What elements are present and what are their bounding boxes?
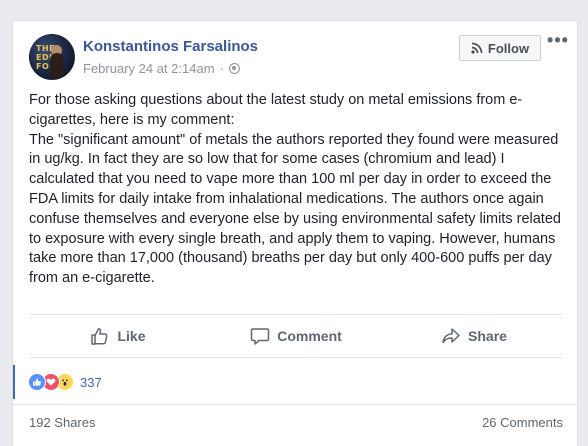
more-options-icon[interactable]: •••	[547, 31, 569, 51]
comment-label: Comment	[277, 328, 342, 344]
rss-icon	[471, 42, 483, 54]
action-bar: Like Comment Share	[29, 314, 563, 358]
like-reaction-icon	[28, 373, 46, 391]
follow-label: Follow	[487, 40, 530, 56]
reactions-bar: 337	[13, 365, 577, 399]
post-body: For those asking questions about the lat…	[29, 91, 569, 289]
share-arrow-icon	[442, 328, 460, 344]
globe-icon[interactable]	[228, 63, 240, 74]
avatar[interactable]: THE EDIA FORU	[29, 34, 75, 80]
follow-button[interactable]: Follow	[459, 35, 541, 61]
reaction-count[interactable]: 337	[80, 375, 102, 390]
thumbs-up-icon	[91, 328, 108, 345]
comment-icon	[250, 328, 270, 345]
author-name[interactable]: Konstantinos Farsalinos	[83, 38, 258, 55]
post-timestamp[interactable]: February 24 at 2:14am	[83, 61, 215, 76]
post-header: THE EDIA FORU Konstantinos Farsalinos Fe…	[13, 21, 577, 89]
like-button[interactable]: Like	[29, 315, 207, 357]
comments-count[interactable]: 26 Comments	[482, 415, 563, 430]
reaction-icons[interactable]	[28, 373, 74, 391]
avatar-person	[50, 53, 64, 79]
footer-divider	[13, 404, 577, 405]
meta-separator: ·	[219, 61, 224, 76]
shares-count[interactable]: 192 Shares	[29, 415, 96, 430]
post-card: THE EDIA FORU Konstantinos Farsalinos Fe…	[12, 20, 578, 446]
post-body-text: For those asking questions about the lat…	[29, 92, 561, 287]
like-label: Like	[117, 328, 146, 344]
share-button[interactable]: Share	[385, 315, 563, 357]
post-meta: February 24 at 2:14am ·	[83, 61, 240, 76]
share-label: Share	[468, 328, 507, 344]
comment-button[interactable]: Comment	[207, 315, 385, 357]
